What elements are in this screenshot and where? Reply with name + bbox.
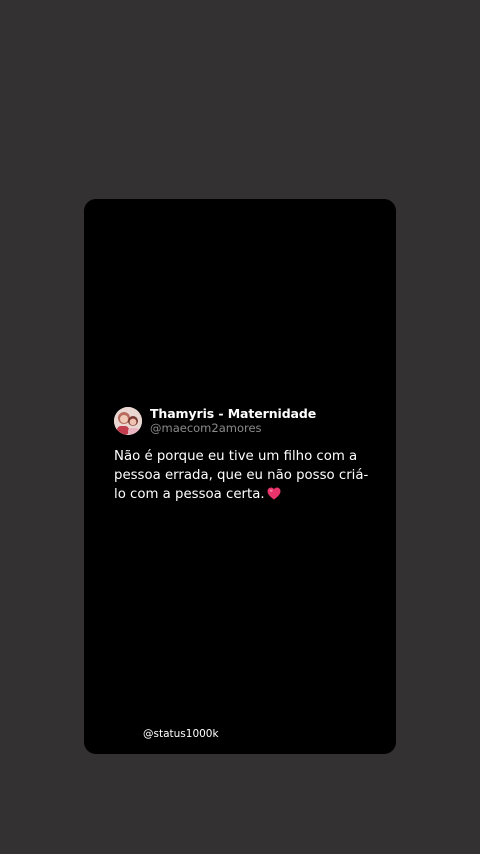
story-card: Thamyris - Maternidade @maecom2amores Nã… (84, 199, 396, 754)
tweet-header: Thamyris - Maternidade @maecom2amores (114, 407, 374, 435)
pink-heart-icon (267, 487, 281, 500)
tweet-text: Não é porque eu tive um filho com a pess… (114, 447, 374, 504)
avatar-photo-icon (114, 407, 142, 435)
author-handle[interactable]: @maecom2amores (150, 422, 316, 435)
author-name[interactable]: Thamyris - Maternidade (150, 407, 316, 421)
tweet-card: Thamyris - Maternidade @maecom2amores Nã… (114, 407, 374, 504)
author-block: Thamyris - Maternidade @maecom2amores (150, 407, 316, 435)
tweet-text-content: Não é porque eu tive um filho com a pess… (114, 449, 369, 502)
footer-handle: @status1000k (143, 728, 219, 740)
avatar[interactable] (114, 407, 142, 435)
